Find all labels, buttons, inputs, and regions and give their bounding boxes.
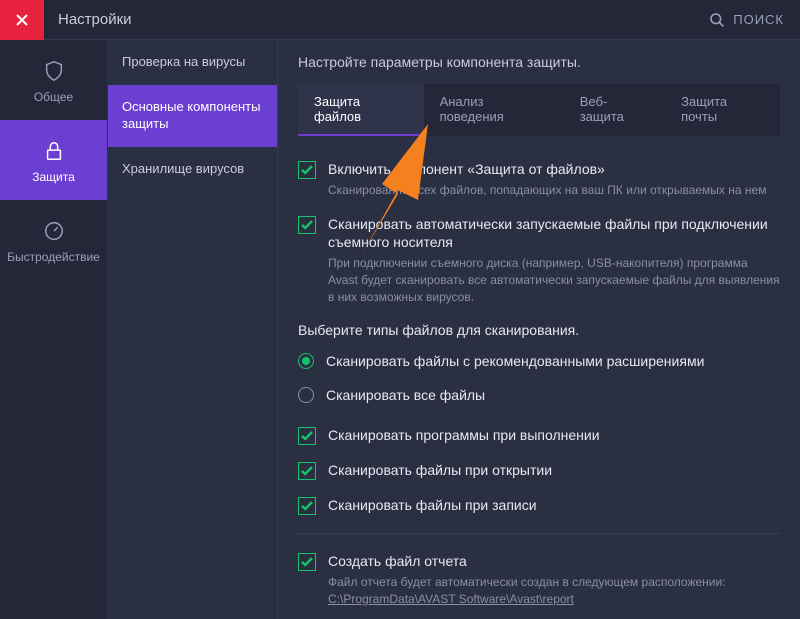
option-label: Сканировать автоматически запускаемые фа… xyxy=(328,215,780,251)
option-enable-file-shield: Включить компонент «Защита от файлов» Ск… xyxy=(298,160,780,199)
search-icon xyxy=(709,12,725,28)
radio-scan-all-files[interactable] xyxy=(298,387,314,403)
search-button[interactable]: поиск xyxy=(709,12,784,28)
scan-types-heading: Выберите типы файлов для сканирования. xyxy=(298,322,780,338)
gauge-icon xyxy=(43,220,65,242)
checkbox-scan-on-exec[interactable] xyxy=(298,427,316,445)
tab-behavior[interactable]: Анализ поведения xyxy=(424,84,564,136)
sidebar-item-performance[interactable]: Быстродействие xyxy=(0,200,107,280)
check-icon xyxy=(301,165,313,175)
option-label: Сканировать файлы при записи xyxy=(328,496,537,514)
option-desc: Файл отчета будет автоматически создан в… xyxy=(328,574,780,608)
option-scan-autorun: Сканировать автоматически запускаемые фа… xyxy=(298,215,780,306)
option-label: Создать файл отчета xyxy=(328,552,780,570)
sidebar: Общее Защита Быстродействие xyxy=(0,40,108,619)
option-label: Сканировать программы при выполнении xyxy=(328,426,600,444)
option-scan-on-exec: Сканировать программы при выполнении xyxy=(298,426,780,445)
option-label: Сканировать файлы с рекомендованными рас… xyxy=(326,352,704,370)
check-icon xyxy=(301,501,313,511)
option-label: Сканировать файлы при открытии xyxy=(328,461,552,479)
check-icon xyxy=(301,466,313,476)
search-label: поиск xyxy=(733,12,784,27)
sidebar-item-general[interactable]: Общее xyxy=(0,40,107,120)
sidebar-item-protection[interactable]: Защита xyxy=(0,120,107,200)
lock-icon xyxy=(43,140,65,162)
checkbox-scan-on-open[interactable] xyxy=(298,462,316,480)
option-scan-all-files: Сканировать все файлы xyxy=(298,386,780,404)
option-scan-recommended-ext: Сканировать файлы с рекомендованными рас… xyxy=(298,352,780,370)
option-desc: При подключении съемного диска (например… xyxy=(328,255,780,305)
checkbox-scan-on-write[interactable] xyxy=(298,497,316,515)
sidebar-item-label: Быстродействие xyxy=(4,250,103,264)
subnav-item-core-shields[interactable]: Основные компоненты защиты xyxy=(108,85,277,147)
close-button[interactable] xyxy=(0,0,44,40)
option-scan-on-open: Сканировать файлы при открытии xyxy=(298,461,780,480)
close-icon xyxy=(15,13,29,27)
window-title: Настройки xyxy=(58,11,132,28)
check-icon xyxy=(301,557,313,567)
option-scan-on-write: Сканировать файлы при записи xyxy=(298,496,780,515)
sidebar-item-label: Общее xyxy=(4,90,103,104)
content: Настройте параметры компонента защиты. З… xyxy=(278,40,800,619)
checkbox-create-report[interactable] xyxy=(298,553,316,571)
option-create-report: Создать файл отчета Файл отчета будет ав… xyxy=(298,552,780,608)
subnav: Проверка на вирусы Основные компоненты з… xyxy=(108,40,278,619)
subnav-item-virus-scan[interactable]: Проверка на вирусы xyxy=(108,40,277,85)
checkbox-scan-autorun[interactable] xyxy=(298,216,316,234)
sidebar-item-label: Защита xyxy=(4,170,103,184)
checkbox-enable-file-shield[interactable] xyxy=(298,161,316,179)
divider xyxy=(298,533,780,534)
tab-file-shield[interactable]: Защита файлов xyxy=(298,84,424,136)
tabs: Защита файлов Анализ поведения Веб-защит… xyxy=(298,84,780,136)
shield-icon xyxy=(43,60,65,82)
tab-web-shield[interactable]: Веб-защита xyxy=(564,84,665,136)
report-path-link[interactable]: C:\ProgramData\AVAST Software\Avast\repo… xyxy=(328,592,574,606)
topbar: Настройки поиск xyxy=(0,0,800,40)
subnav-item-virus-chest[interactable]: Хранилище вирусов xyxy=(108,147,277,192)
option-label: Сканировать все файлы xyxy=(326,386,485,404)
check-icon xyxy=(301,431,313,441)
intro-text: Настройте параметры компонента защиты. xyxy=(298,54,780,70)
option-label: Включить компонент «Защита от файлов» xyxy=(328,160,780,178)
check-icon xyxy=(301,220,313,230)
option-desc: Сканирование всех файлов, попадающих на … xyxy=(328,182,780,199)
tab-mail-shield[interactable]: Защита почты xyxy=(665,84,780,136)
radio-scan-recommended-ext[interactable] xyxy=(298,353,314,369)
